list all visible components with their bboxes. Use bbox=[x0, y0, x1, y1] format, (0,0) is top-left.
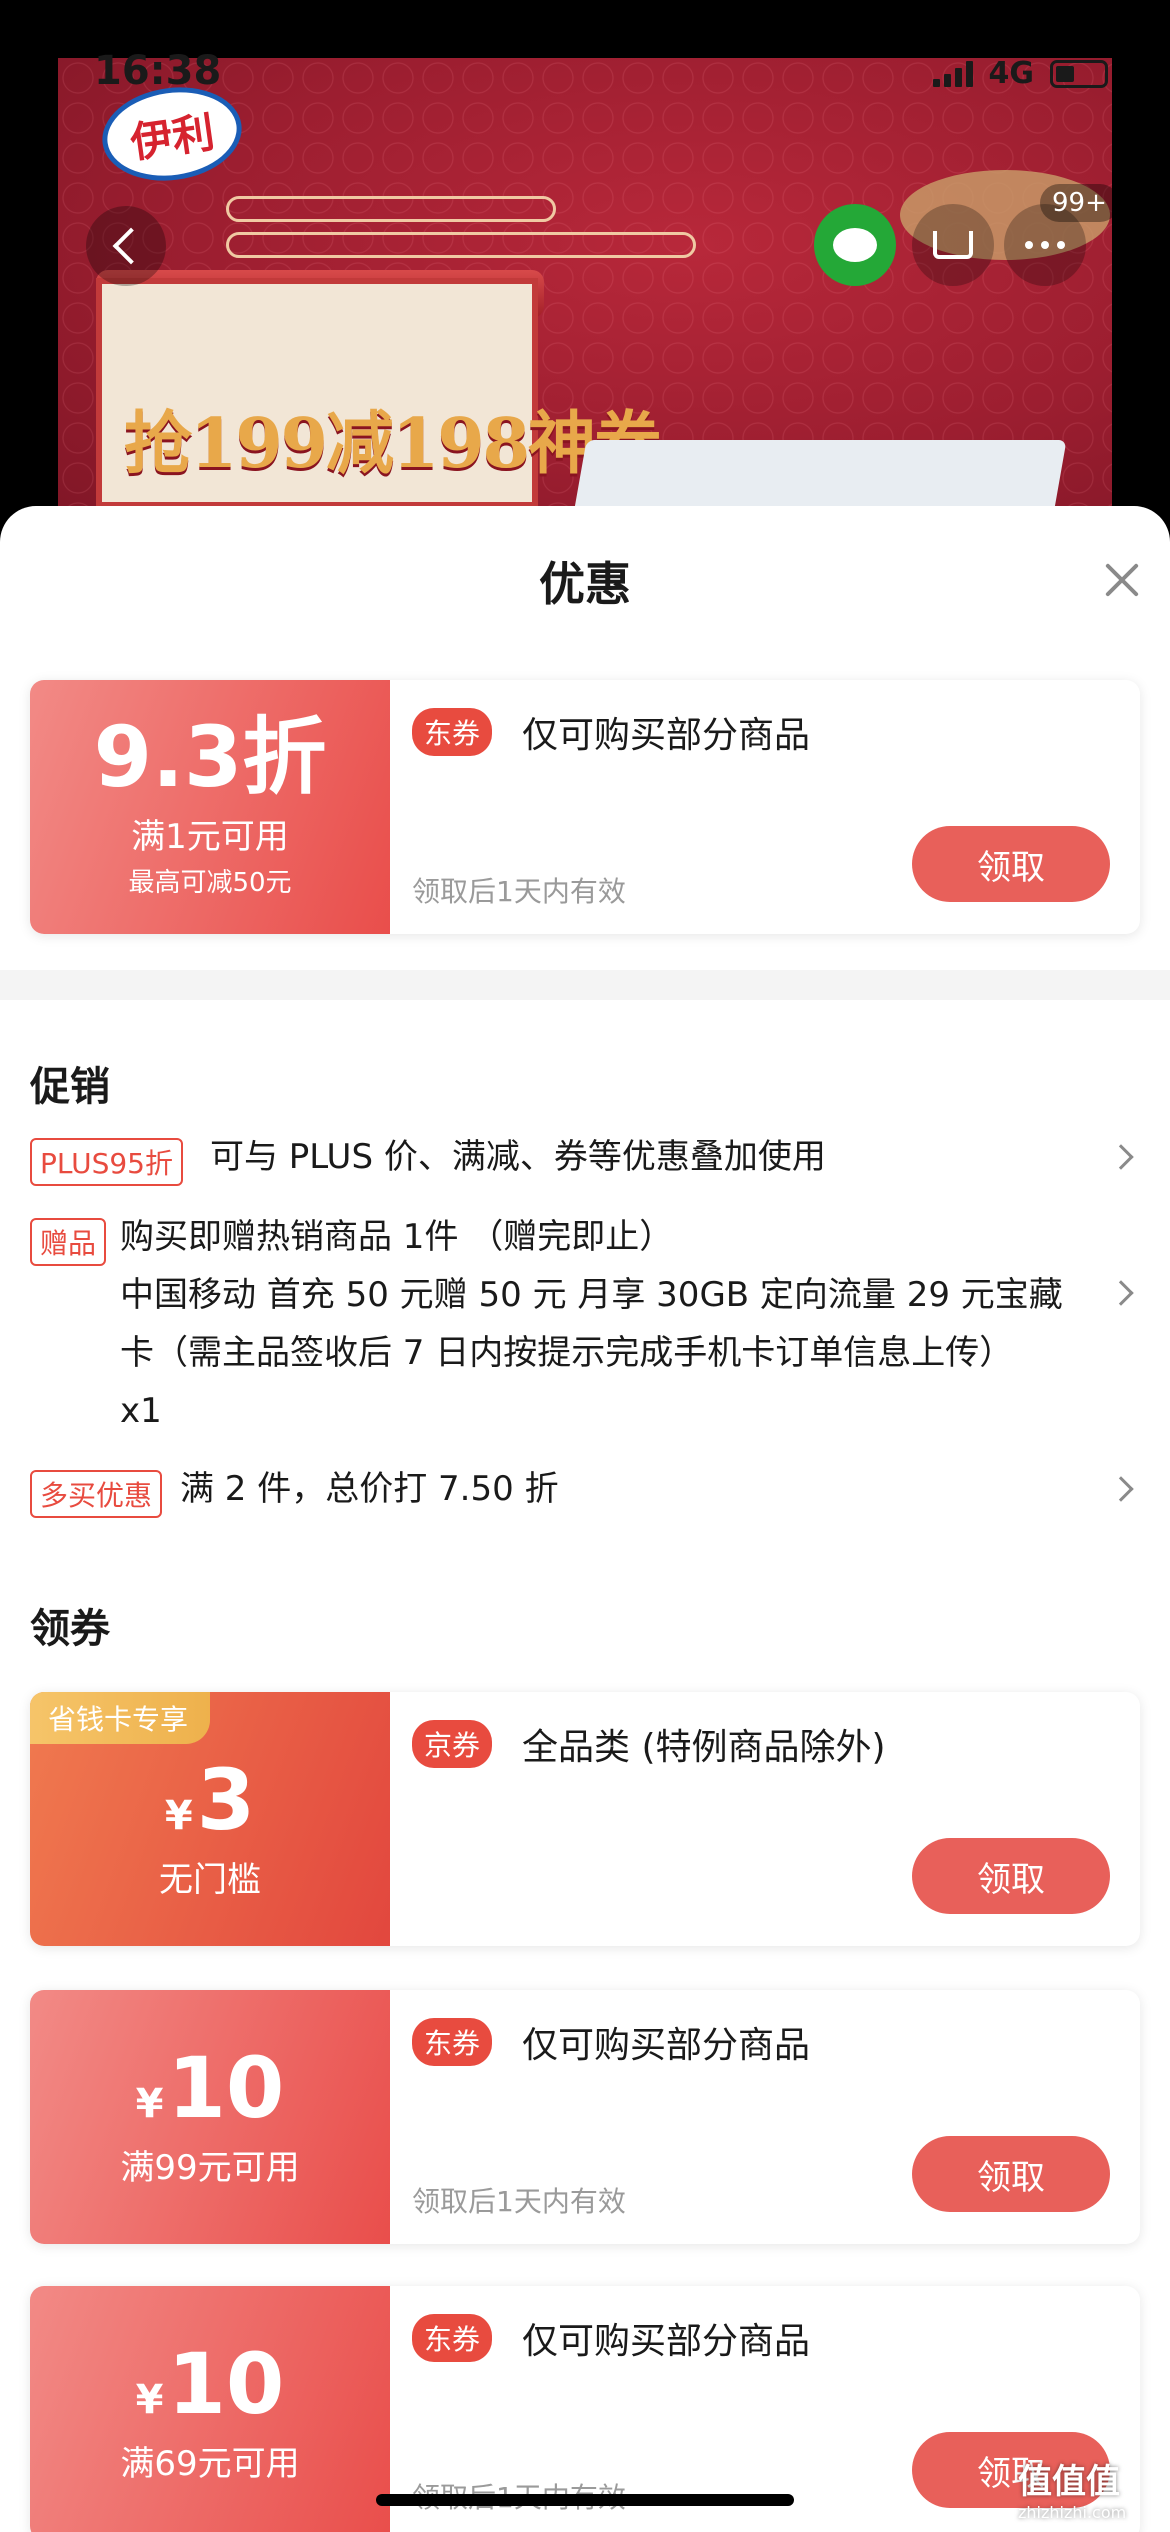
promo-text: 购买即赠热销商品 1件 （赠完即止） bbox=[120, 1217, 674, 1257]
coupon-value-panel: ¥10 满99元可用 bbox=[30, 1990, 390, 2244]
cart-count-badge: 99+ bbox=[1040, 184, 1119, 222]
coupon-title: 全品类 (特例商品除外) bbox=[522, 1727, 886, 1768]
promo-text: 可与 PLUS 价、满减、券等优惠叠加使用 bbox=[210, 1137, 826, 1177]
coupon-card: ¥10 满99元可用 东券 仅可购买部分商品 领取后1天内有效 领取 bbox=[30, 1990, 1140, 2244]
currency-symbol: ¥ bbox=[135, 2376, 164, 2423]
network-type: 4G bbox=[988, 56, 1035, 91]
back-button[interactable] bbox=[86, 206, 166, 286]
chevron-right-icon bbox=[1108, 1144, 1134, 1170]
coupon-threshold: 满99元可用 bbox=[120, 2147, 300, 2188]
coupon-card-discount: 9.3折 满1元可用 最高可减50元 东券 仅可购买部分商品 领取后1天内有效 … bbox=[30, 680, 1140, 934]
promo-row-gift[interactable]: 赠品 购买即赠热销商品 1件 （赠完即止） 中国移动 首充 50 元赠 50 元… bbox=[30, 1208, 1134, 1440]
coupon-card: 省钱卡专享 ¥3 无门槛 京券 全品类 (特例商品除外) 领取 bbox=[30, 1692, 1140, 1946]
promo-tag: 赠品 bbox=[30, 1218, 107, 1266]
coupon-threshold: 满1元可用 bbox=[131, 817, 289, 857]
coupon-info-panel: 京券 全品类 (特例商品除外) 领取 bbox=[390, 1692, 1140, 1946]
coupon-validity: 领取后1天内有效 bbox=[412, 2185, 626, 2218]
wechat-share-button[interactable] bbox=[814, 204, 896, 286]
coupon-value-panel: 省钱卡专享 ¥3 无门槛 bbox=[30, 1692, 390, 1946]
coupon-max-reduction: 最高可减50元 bbox=[128, 868, 292, 898]
coupon-discount-value: 9.3折 bbox=[93, 708, 327, 806]
coupon-threshold: 无门槛 bbox=[159, 1859, 261, 1900]
coupon-type-badge: 东券 bbox=[412, 2018, 493, 2066]
status-indicators: 4G bbox=[932, 56, 1108, 91]
discount-sheet: 优惠 9.3折 满1元可用 最高可减50元 东券 仅可购买部分商品 领取后1天内… bbox=[0, 506, 1170, 2532]
vip-exclusive-badge: 省钱卡专享 bbox=[30, 1692, 211, 1744]
close-icon[interactable] bbox=[1100, 558, 1144, 602]
promotions-heading: 促销 bbox=[30, 1064, 110, 1110]
product-page-background: 抢199减198神券 伊利 16:38 4G 99+ bbox=[0, 0, 1170, 560]
coupon-title: 仅可购买部分商品 bbox=[522, 2321, 811, 2362]
cart-icon bbox=[933, 231, 973, 259]
coupon-validity: 领取后1天内有效 bbox=[412, 875, 626, 908]
promo-tag: PLUS95折 bbox=[30, 1138, 183, 1186]
coupon-threshold: 满69元可用 bbox=[120, 2443, 300, 2484]
promo-row-plus[interactable]: PLUS95折 可与 PLUS 价、满减、券等优惠叠加使用 bbox=[30, 1128, 1134, 1186]
promo-text: 满 2 件，总价打 7.50 折 bbox=[180, 1469, 559, 1509]
coupon-title: 仅可购买部分商品 bbox=[522, 2025, 811, 2066]
coupon-amount: 3 bbox=[196, 1750, 256, 1849]
banner-promo-text: 抢199减198神券 bbox=[124, 404, 662, 484]
gift-quantity: x1 bbox=[120, 1391, 162, 1431]
battery-icon bbox=[1050, 59, 1108, 88]
coupon-info-panel: 东券 仅可购买部分商品 领取后1天内有效 领取 bbox=[390, 1990, 1140, 2244]
chevron-right-icon bbox=[1108, 1280, 1134, 1306]
chevron-right-icon bbox=[1108, 1476, 1134, 1502]
gift-detail-line: 卡（需主品签收后 7 日内按提示完成手机卡订单信息上传） bbox=[120, 1333, 1014, 1373]
coupon-amount: 10 bbox=[167, 2334, 285, 2433]
claim-coupon-button[interactable]: 领取 bbox=[912, 2136, 1110, 2212]
coupon-info-panel: 东券 仅可购买部分商品 领取后1天内有效 领取 bbox=[390, 680, 1140, 934]
sheet-title: 优惠 bbox=[539, 557, 631, 611]
section-divider bbox=[0, 970, 1170, 1000]
coupon-amount: 10 bbox=[167, 2038, 285, 2137]
coupons-heading: 领券 bbox=[30, 1606, 110, 1652]
wechat-icon bbox=[833, 228, 877, 262]
coupon-type-badge: 京券 bbox=[412, 1720, 493, 1768]
coupon-title: 仅可购买部分商品 bbox=[522, 715, 811, 756]
gift-detail-line: 中国移动 首充 50 元赠 50 元 月享 30GB 定向流量 29 元宝藏 bbox=[120, 1275, 1063, 1315]
coupon-type-badge: 东券 bbox=[412, 2314, 493, 2362]
coupon-type-badge: 东券 bbox=[412, 708, 493, 756]
promo-row-multibuy[interactable]: 多买优惠 满 2 件，总价打 7.50 折 bbox=[30, 1460, 1134, 1518]
watermark-logo: 值值值 zhizhizhi.com bbox=[1018, 2462, 1127, 2522]
claim-coupon-button[interactable]: 领取 bbox=[912, 1838, 1110, 1914]
status-time: 16:38 bbox=[94, 48, 222, 94]
coupon-value-panel: ¥10 满69元可用 bbox=[30, 2286, 390, 2532]
currency-symbol: ¥ bbox=[135, 2080, 164, 2127]
signal-icon bbox=[932, 60, 973, 87]
cart-button[interactable] bbox=[912, 204, 994, 286]
chevron-left-icon bbox=[112, 227, 150, 265]
promo-tag: 多买优惠 bbox=[30, 1470, 163, 1518]
claim-coupon-button[interactable]: 领取 bbox=[912, 826, 1110, 902]
currency-symbol: ¥ bbox=[164, 1792, 193, 1839]
coupon-value-panel: 9.3折 满1元可用 最高可减50元 bbox=[30, 680, 390, 934]
home-indicator[interactable] bbox=[376, 2494, 794, 2506]
